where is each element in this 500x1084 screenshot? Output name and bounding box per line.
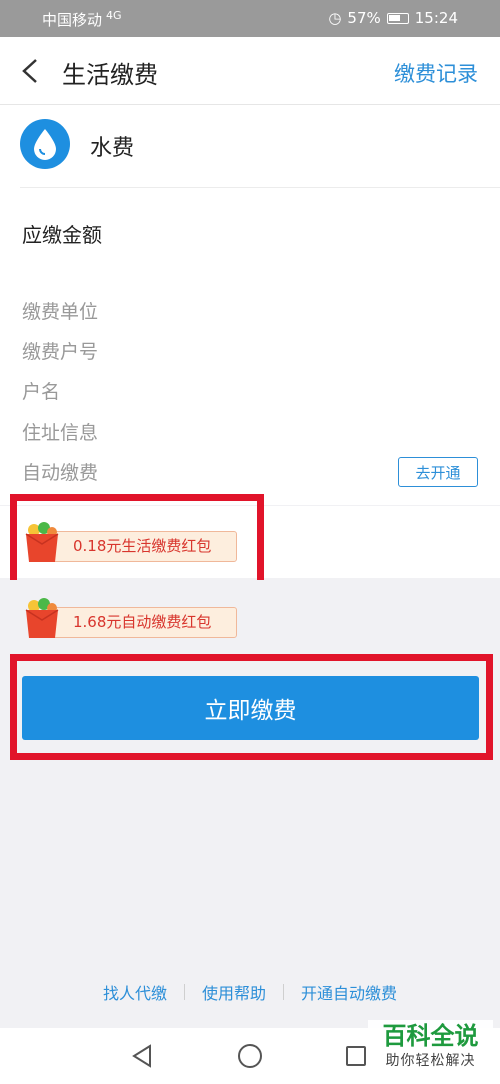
service-row[interactable]: 水费 (0, 105, 500, 187)
alarm-icon: ◷ (328, 9, 342, 27)
highlight-box-envelope (10, 494, 264, 589)
proxy-pay-link[interactable]: 找人代缴 (103, 980, 167, 1004)
water-drop-icon (20, 119, 70, 169)
service-name: 水费 (90, 136, 135, 161)
divider (20, 187, 500, 188)
amount-due-label: 应缴金额 (22, 223, 102, 247)
back-arrow-icon[interactable] (18, 57, 44, 85)
nav-recent-apps-icon[interactable] (346, 1046, 366, 1066)
auto-pay-label: 自动缴费 (22, 462, 99, 484)
status-right: ◷ 57% 15:24 (328, 9, 458, 27)
status-bar: 中国移动 4G ◷ 57% 15:24 (0, 0, 500, 37)
address-label: 住址信息 (22, 422, 99, 444)
envelope-row-auto-pay: 1.68元自动缴费红包 (0, 580, 500, 642)
billing-unit-label: 缴费单位 (22, 301, 99, 323)
auto-pay-envelope-label: 1.68元自动缴费红包 (42, 607, 237, 638)
watermark: 百科全说 助你轻松解决 (368, 1020, 493, 1080)
nav-home-icon[interactable] (238, 1044, 262, 1068)
link-separator (183, 984, 185, 1000)
battery-icon (386, 12, 409, 24)
watermark-title: 百科全说 (382, 1022, 479, 1050)
watermark-subtitle: 助你轻松解决 (385, 1053, 476, 1069)
battery-percent: 57% (347, 9, 381, 27)
carrier-label: 中国移动 (42, 11, 103, 29)
network-label: 4G (106, 9, 122, 22)
account-number-label: 缴费户号 (22, 341, 99, 363)
auto-pay-envelope[interactable]: 1.68元自动缴费红包 (22, 598, 238, 640)
nav-back-icon[interactable] (130, 1044, 154, 1068)
bill-card: 水费 应缴金额 缴费单位 缴费户号 户名 住址信息 自动缴费 去开通 (0, 105, 500, 505)
footer-links: 找人代缴 使用帮助 开通自动缴费 (0, 980, 500, 1004)
clock: 15:24 (414, 9, 458, 27)
app-header: 生活缴费 缴费记录 (0, 37, 500, 105)
help-link[interactable]: 使用帮助 (202, 980, 266, 1004)
red-envelope-icon (25, 598, 59, 638)
link-separator (283, 984, 284, 1000)
page-title: 生活缴费 (62, 61, 158, 89)
account-holder-label: 户名 (22, 381, 61, 403)
enable-auto-pay-link[interactable]: 开通自动缴费 (301, 980, 397, 1004)
enable-auto-pay-button[interactable]: 去开通 (398, 457, 478, 487)
payment-records-link[interactable]: 缴费记录 (394, 58, 478, 88)
highlight-box-pay (10, 654, 493, 760)
